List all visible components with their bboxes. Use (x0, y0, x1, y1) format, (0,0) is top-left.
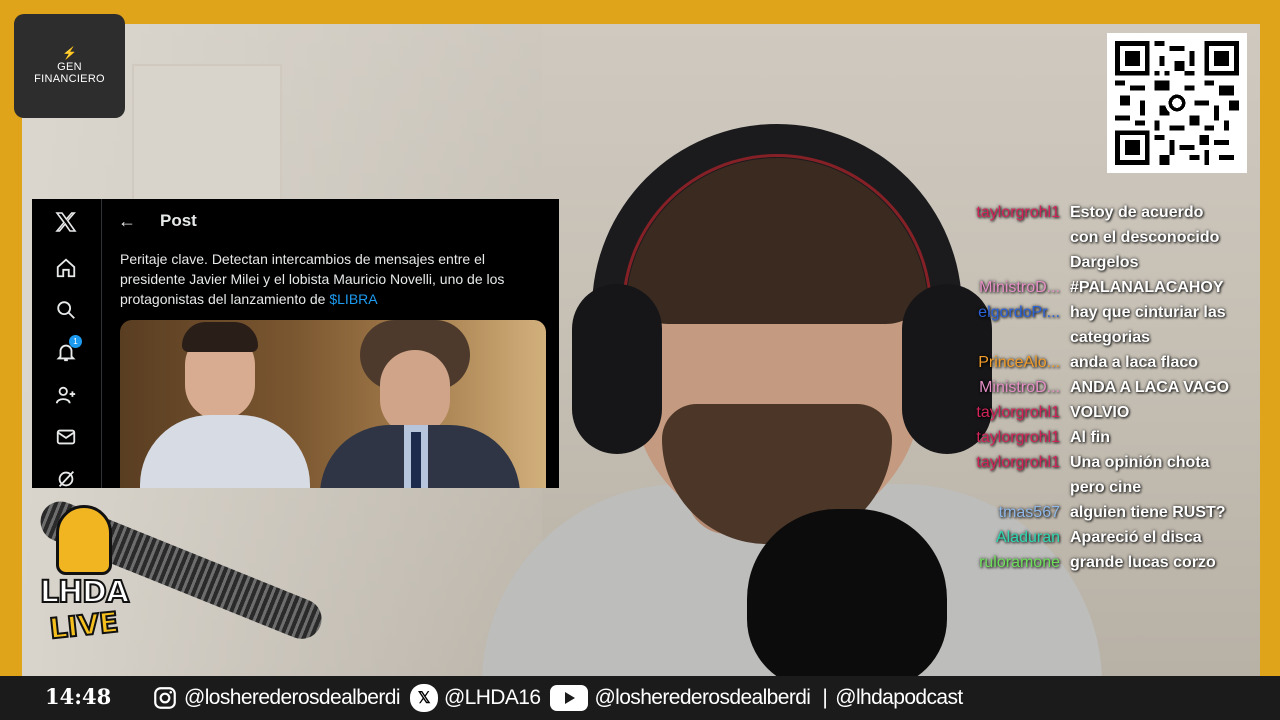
lhda-live-logo: LHDA LIVE (34, 505, 134, 655)
social-handles: @losherederosdealberdi 𝕏 @LHDA16 @losher… (152, 684, 973, 712)
live-chat: taylorgrohl1 Estoy de acuerdo con el desc… (960, 200, 1250, 575)
clock: 14:48 (45, 684, 112, 709)
chat-text: grande lucas corzo (1070, 554, 1216, 571)
chat-message: tmas567 alguien tiene RUST? (960, 500, 1250, 525)
youtube-icon (550, 685, 589, 711)
chat-message: MinistroD... #PALANALACAHOY (960, 275, 1250, 300)
image-person-left (140, 320, 310, 488)
chat-username: taylorgrohl1 (976, 204, 1060, 221)
chat-username: PrinceAlo... (978, 354, 1060, 371)
x-social-icon: 𝕏 (409, 684, 438, 712)
logo-line-1: GEN (57, 61, 82, 73)
chat-message: ruloramone grande lucas corzo (960, 550, 1250, 575)
post-header: ← Post (118, 211, 197, 231)
chat-username: taylorgrohl1 (976, 404, 1060, 421)
image-person-right (320, 320, 520, 488)
podcast-handle: @lhdapodcast (835, 686, 963, 709)
gen-financiero-logo: ⚡ GEN FINANCIERO (14, 14, 125, 118)
x-sidebar: 1 (32, 199, 102, 488)
live-logo-text: LIVE (47, 604, 121, 646)
right-face (380, 350, 450, 435)
post-header-title: Post (160, 211, 197, 230)
qr-code (1107, 33, 1247, 173)
x-logo-icon[interactable] (53, 209, 79, 235)
back-arrow-icon[interactable]: ← (118, 211, 136, 232)
post-body: Peritaje clave. Detectan intercambios de… (120, 251, 505, 307)
chat-text: hay que cinturiar las categorias (1070, 304, 1226, 346)
bottom-bar: 14:48 @losherederosdealberdi 𝕏 @LHDA16 @… (0, 676, 1280, 720)
instagram-icon (152, 685, 178, 711)
logo-mark-icon: ⚡ (62, 46, 77, 60)
chat-username: ruloramone (979, 554, 1060, 571)
x-post-panel: 1 ← Post Peritaje clave. Detectan interc… (32, 199, 559, 488)
qr-code-icon (1115, 41, 1239, 165)
chat-message: taylorgrohl1 Una opinión chota pero cine (960, 450, 1250, 500)
chat-username: MinistroD... (979, 279, 1060, 296)
notification-badge: 1 (69, 335, 82, 348)
chat-text: alguien tiene RUST? (1070, 504, 1226, 521)
grok-icon[interactable] (53, 466, 79, 488)
home-icon[interactable] (53, 255, 79, 281)
chat-text: anda a laca flaco (1070, 354, 1199, 371)
chat-message: taylorgrohl1 Al fin (960, 425, 1250, 450)
chat-username: tmas567 (998, 504, 1060, 521)
post-text: Peritaje clave. Detectan intercambios de… (120, 249, 540, 309)
instagram-handle: @losherederosdealberdi (184, 686, 401, 709)
chat-text: Estoy de acuerdo con el desconocido Darg… (1070, 204, 1220, 271)
mail-icon[interactable] (53, 424, 79, 450)
left-hair (182, 322, 258, 352)
chat-message: Aladuran Apareció el disca (960, 525, 1250, 550)
chat-text: ANDA A LACA VAGO (1070, 379, 1230, 396)
post-image[interactable] (120, 320, 546, 488)
chat-username: Aladuran (995, 529, 1060, 546)
microphone (747, 509, 947, 676)
chat-text: Al fin (1070, 429, 1110, 446)
chat-username: taylorgrohl1 (976, 454, 1060, 471)
chat-message: taylorgrohl1 VOLVIO (960, 400, 1250, 425)
chat-text: #PALANALACAHOY (1070, 279, 1224, 296)
search-icon[interactable] (53, 297, 79, 323)
chat-username: MinistroD... (979, 379, 1060, 396)
x-handle: @LHDA16 (443, 686, 541, 709)
headphones-left-cup (572, 284, 662, 454)
chat-username: taylorgrohl1 (976, 429, 1060, 446)
left-shirt (140, 415, 310, 488)
logo-line-2: FINANCIERO (34, 73, 105, 85)
cashtag-link[interactable]: $LIBRA (329, 291, 377, 307)
chat-message: MinistroD... ANDA A LACA VAGO (960, 375, 1250, 400)
chat-text: VOLVIO (1070, 404, 1130, 421)
people-icon[interactable] (53, 382, 79, 408)
chat-username: elgordoPr... (978, 304, 1060, 321)
right-tie (411, 432, 421, 488)
chat-text: Apareció el disca (1070, 529, 1202, 546)
chat-text: Una opinión chota pero cine (1070, 454, 1210, 496)
youtube-handle: @losherederosdealberdi (594, 686, 811, 709)
guitarist-icon (56, 505, 112, 575)
separator: | (822, 686, 828, 709)
chat-message: taylorgrohl1 Estoy de acuerdo con el desc… (960, 200, 1250, 275)
bell-icon[interactable]: 1 (53, 335, 82, 365)
chat-message: elgordoPr... hay que cinturiar las catego… (960, 300, 1250, 350)
chat-message: PrinceAlo... anda a laca flaco (960, 350, 1250, 375)
